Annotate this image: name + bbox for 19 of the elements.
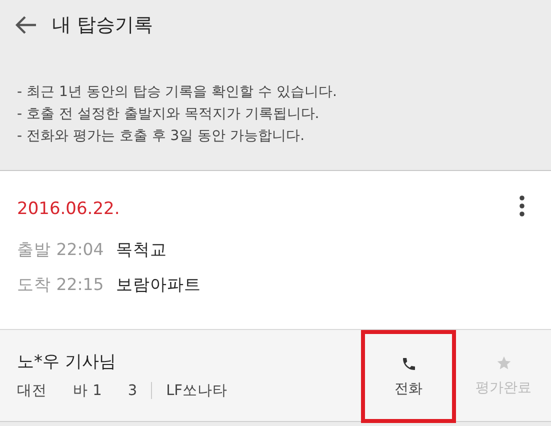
notice-text: - 최근 1년 동안의 탑승 기록을 확인할 수 있습니다. bbox=[17, 83, 338, 102]
star-icon bbox=[496, 354, 512, 370]
notice-text: - 호출 전 설정한 출발지와 목적지가 기록됩니다. bbox=[17, 105, 320, 124]
stop-time: 도착 22:15 bbox=[17, 274, 104, 296]
driver-name: 노*우 기사님 bbox=[17, 351, 117, 373]
plate-number: 대전 bbox=[17, 382, 47, 400]
stop-place: 보람아파트 bbox=[116, 274, 201, 296]
more-icon[interactable] bbox=[519, 195, 525, 217]
notice-text: - 전화와 평가는 호출 후 3일 동안 가능합니다. bbox=[17, 127, 306, 146]
call-button[interactable]: 전화 bbox=[361, 330, 456, 423]
plate-number: 3 bbox=[128, 382, 138, 398]
trip-date: 2016.06.22. bbox=[17, 199, 120, 219]
car-model: LF쏘나타 bbox=[166, 382, 228, 400]
page-title: 내 탑승기록 bbox=[52, 13, 154, 38]
stop-place: 목척교 bbox=[116, 239, 167, 261]
back-icon[interactable] bbox=[14, 15, 38, 35]
phone-icon bbox=[400, 356, 416, 372]
stop-time: 출발 22:04 bbox=[17, 239, 104, 261]
plate-number: 바 1 bbox=[73, 382, 102, 400]
